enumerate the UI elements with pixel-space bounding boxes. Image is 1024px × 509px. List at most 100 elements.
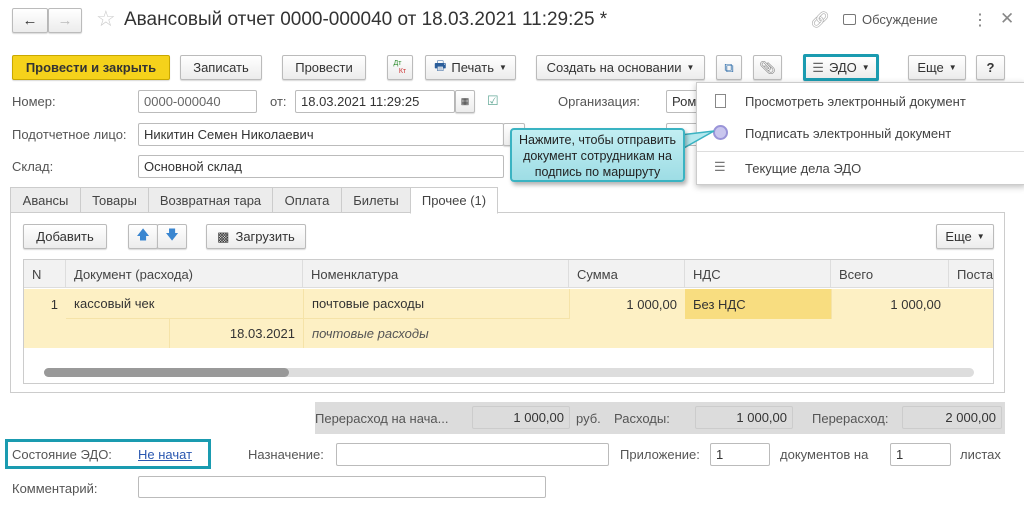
warehouse-field[interactable]: Основной склад bbox=[138, 155, 504, 178]
menu-item-label: Текущие дела ЭДО bbox=[745, 160, 862, 176]
menu-item-edo-tasks[interactable]: ☰ Текущие дела ЭДО bbox=[697, 153, 1024, 183]
print-button[interactable]: 🖶 Печать ▼ bbox=[425, 55, 516, 80]
more-vertical-icon[interactable]: ⋮ bbox=[972, 10, 988, 30]
document-icon bbox=[715, 94, 726, 108]
other-expenses-table: N Документ (расхода) Номенклатура Сумма … bbox=[23, 259, 994, 384]
move-up-button[interactable]: 🡅 bbox=[128, 224, 158, 249]
column-header-supplier[interactable]: Поста bbox=[949, 260, 993, 288]
person-label: Подотчетное лицо: bbox=[12, 127, 127, 142]
person-field[interactable]: Никитин Семен Николаевич bbox=[138, 123, 504, 146]
tab-other[interactable]: Прочее (1) bbox=[410, 187, 498, 214]
cell-document: кассовый чек bbox=[66, 289, 303, 319]
column-header-item[interactable]: Номенклатура bbox=[303, 260, 569, 288]
chat-icon bbox=[843, 14, 856, 25]
tab-tickets[interactable]: Билеты bbox=[341, 187, 411, 213]
table-row[interactable]: 1 кассовый чек 18.03.2021 почтовые расхо… bbox=[24, 289, 993, 348]
load-label: Загрузить bbox=[235, 229, 295, 244]
purpose-field[interactable] bbox=[336, 443, 609, 466]
load-button[interactable]: ▩ Загрузить bbox=[206, 224, 306, 249]
menu-item-label: Подписать электронный документ bbox=[745, 125, 952, 141]
attachment-field[interactable]: 1 bbox=[710, 443, 770, 466]
edo-button[interactable]: ☰ ЭДО ▼ bbox=[803, 54, 879, 81]
attachment-label: Приложение: bbox=[620, 447, 700, 462]
dt-label: Дт bbox=[393, 59, 402, 67]
overspend-field: 2 000,00 bbox=[902, 406, 1002, 429]
edo-label: ЭДО bbox=[828, 60, 857, 75]
dt-kt-button[interactable]: Дт Кт bbox=[387, 55, 413, 80]
tab-payment[interactable]: Оплата bbox=[272, 187, 342, 213]
cell-item-2: почтовые расходы bbox=[303, 319, 569, 348]
attachment-icon[interactable]: 📎︎ bbox=[753, 55, 782, 80]
column-header-document[interactable]: Документ (расхода) bbox=[66, 260, 303, 288]
purpose-label: Назначение: bbox=[248, 447, 324, 462]
date-field[interactable]: 18.03.2021 11:29:25 bbox=[295, 90, 455, 113]
column-header-n[interactable]: N bbox=[24, 260, 66, 288]
link-icon[interactable]: 🔗︎ bbox=[810, 10, 830, 30]
posted-status-icon: ☑ bbox=[487, 93, 499, 108]
create-based-on-button[interactable]: Создать на основании ▼ bbox=[536, 55, 705, 80]
cell-document-date: 18.03.2021 bbox=[169, 319, 303, 348]
tab-advances[interactable]: Авансы bbox=[10, 187, 81, 213]
structure-icon[interactable]: ⧉ bbox=[716, 55, 742, 80]
org-label: Организация: bbox=[558, 94, 641, 109]
cell-sum: 1 000,00 bbox=[569, 289, 685, 319]
favorite-star-icon[interactable]: ☆ bbox=[96, 6, 116, 32]
printer-icon: 🖶 bbox=[434, 57, 447, 73]
more-label: Еще bbox=[917, 60, 944, 75]
currency-label: руб. bbox=[576, 411, 601, 426]
post-button[interactable]: Провести bbox=[282, 55, 366, 80]
forward-button[interactable]: → bbox=[48, 8, 82, 33]
scrollbar-thumb[interactable] bbox=[44, 368, 289, 377]
qr-code-icon: ▩ bbox=[217, 228, 230, 244]
menu-item-label: Просмотреть электронный документ bbox=[745, 93, 966, 109]
column-header-total[interactable]: Всего bbox=[831, 260, 949, 288]
edo-icon: ☰ bbox=[812, 59, 824, 75]
edo-tasks-icon: ☰ bbox=[714, 159, 726, 174]
discussion-label: Обсуждение bbox=[862, 12, 938, 27]
page-title: Авансовый отчет 0000-000040 от 18.03.202… bbox=[124, 9, 608, 30]
menu-item-view-edoc[interactable]: Просмотреть электронный документ bbox=[697, 86, 1024, 116]
documents-on-label: документов на bbox=[780, 447, 869, 462]
chevron-down-icon: ▼ bbox=[976, 232, 985, 241]
more-button[interactable]: Еще ▼ bbox=[908, 55, 966, 80]
help-button[interactable]: ? bbox=[976, 55, 1005, 80]
number-label: Номер: bbox=[12, 94, 56, 109]
move-down-button[interactable]: 🡇 bbox=[157, 224, 187, 249]
sheets-label: листах bbox=[960, 447, 1001, 462]
close-icon[interactable]: ✕ bbox=[1000, 9, 1014, 29]
column-header-vat[interactable]: НДС bbox=[685, 260, 831, 288]
save-button[interactable]: Записать bbox=[180, 55, 262, 80]
add-button[interactable]: Добавить bbox=[23, 224, 107, 249]
edo-dropdown-menu: Просмотреть электронный документ Подписа… bbox=[696, 82, 1024, 185]
create-based-label: Создать на основании bbox=[546, 60, 682, 75]
cell-item: почтовые расходы bbox=[303, 289, 569, 319]
date-label: от: bbox=[270, 94, 287, 109]
calendar-icon[interactable]: ▦ bbox=[455, 90, 475, 113]
post-and-close-button[interactable]: Провести и закрыть bbox=[12, 55, 170, 80]
sheets-field[interactable]: 1 bbox=[890, 443, 951, 466]
comment-field[interactable] bbox=[138, 476, 546, 498]
chevron-down-icon: ▼ bbox=[498, 63, 507, 72]
table-more-label: Еще bbox=[945, 229, 972, 244]
chevron-down-icon: ▼ bbox=[686, 63, 695, 72]
hint-tooltip: Нажмите, чтобы отправить документ сотруд… bbox=[510, 128, 685, 182]
column-header-sum[interactable]: Сумма bbox=[569, 260, 685, 288]
cell-n: 1 bbox=[50, 296, 58, 312]
cell-vat[interactable]: Без НДС bbox=[685, 289, 831, 319]
edo-state-link[interactable]: Не начат bbox=[138, 447, 192, 462]
chevron-down-icon: ▼ bbox=[861, 63, 870, 72]
kt-label: Кт bbox=[398, 67, 407, 75]
edo-state-label: Состояние ЭДО: bbox=[12, 447, 112, 462]
menu-item-sign-edoc[interactable]: Подписать электронный документ bbox=[697, 118, 1024, 148]
overspend-start-label: Перерасход на нача... bbox=[315, 411, 449, 426]
tab-returnable-packaging[interactable]: Возвратная тара bbox=[148, 187, 273, 213]
back-button[interactable]: ← bbox=[12, 8, 48, 33]
table-header: N Документ (расхода) Номенклатура Сумма … bbox=[24, 260, 993, 288]
print-label: Печать bbox=[451, 60, 494, 75]
comment-label: Комментарий: bbox=[12, 481, 98, 496]
horizontal-scrollbar[interactable] bbox=[44, 368, 974, 377]
table-more-button[interactable]: Еще ▼ bbox=[936, 224, 994, 249]
discussion-button[interactable]: Обсуждение bbox=[843, 12, 938, 27]
tab-goods[interactable]: Товары bbox=[80, 187, 149, 213]
number-field[interactable]: 0000-000040 bbox=[138, 90, 257, 113]
